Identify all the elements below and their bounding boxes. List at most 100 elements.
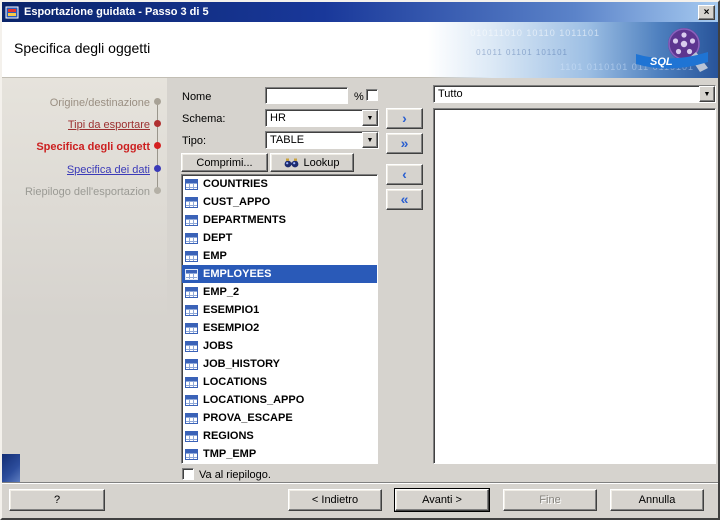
- table-icon: [185, 250, 198, 262]
- sql-developer-logo-icon: SQL: [626, 24, 712, 78]
- svg-text:SQL: SQL: [650, 56, 673, 68]
- lookup-button[interactable]: Lookup: [270, 153, 354, 172]
- window-title: Esportazione guidata - Passo 3 di 5: [24, 6, 209, 18]
- schema-label: Schema:: [182, 113, 226, 125]
- percent-checkbox[interactable]: [366, 89, 378, 101]
- move-left-button[interactable]: ‹: [386, 164, 423, 185]
- list-item[interactable]: ESEMPIO2: [182, 319, 377, 337]
- close-button[interactable]: ×: [698, 4, 715, 20]
- table-icon: [185, 340, 198, 352]
- list-item[interactable]: JOBS: [182, 337, 377, 355]
- collapse-button[interactable]: Comprimi...: [181, 153, 268, 172]
- table-icon: [185, 394, 198, 406]
- table-name: COUNTRIES: [203, 178, 268, 190]
- chevron-down-icon[interactable]: ▼: [699, 86, 715, 102]
- table-name: REGIONS: [203, 430, 254, 442]
- binoculars-icon: [284, 158, 299, 168]
- table-name: JOBS: [203, 340, 233, 352]
- table-icon: [185, 196, 198, 208]
- next-button[interactable]: Avanti >: [395, 489, 489, 511]
- table-icon: [185, 430, 198, 442]
- sidebar-decoration: [2, 454, 20, 482]
- list-item[interactable]: REGIONS: [182, 427, 377, 445]
- schema-select[interactable]: HR ▼: [265, 109, 379, 127]
- filter-select[interactable]: Tutto ▼: [433, 85, 716, 103]
- page-title: Specifica degli oggetti: [14, 40, 151, 56]
- move-right-button[interactable]: ›: [386, 108, 423, 129]
- selected-objects-list[interactable]: [433, 108, 716, 464]
- table-name: DEPT: [203, 232, 233, 244]
- table-name: PROVA_ESCAPE: [203, 412, 293, 424]
- table-name: DEPARTMENTS: [203, 214, 286, 226]
- step-riepilogo: Riepilogo dell'esportazion: [24, 186, 150, 198]
- type-value: TABLE: [270, 134, 305, 146]
- filter-value: Tutto: [438, 88, 463, 100]
- goto-summary-checkbox[interactable]: [182, 468, 194, 480]
- table-name: ESEMPIO2: [203, 322, 260, 334]
- title-bar: Esportazione guidata - Passo 3 di 5 ×: [2, 2, 718, 22]
- lookup-label: Lookup: [303, 156, 340, 169]
- type-label: Tipo:: [182, 135, 207, 147]
- footer-separator: [2, 482, 718, 484]
- list-item[interactable]: COUNTRIES: [182, 175, 377, 193]
- table-icon: [185, 286, 198, 298]
- step-bullet: [154, 120, 161, 127]
- schema-value: HR: [270, 112, 286, 124]
- step-tipi-da-esportare[interactable]: Tipi da esportare: [68, 119, 150, 131]
- step-bullet: [154, 187, 161, 194]
- goto-summary-label: Va al riepilogo.: [199, 469, 271, 481]
- table-name: LOCATIONS: [203, 376, 267, 388]
- table-name: EMPLOYEES: [203, 268, 272, 280]
- header: 010111010 10110 1011101 1101 0110101 011…: [2, 22, 718, 78]
- table-name: ESEMPIO1: [203, 304, 260, 316]
- list-item[interactable]: EMP_2: [182, 283, 377, 301]
- export-wizard-dialog: Esportazione guidata - Passo 3 di 5 × 01…: [0, 0, 720, 520]
- wizard-steps: Origine/destinazione Tipi da esportare S…: [2, 78, 167, 482]
- binary-decoration: 010111010 10110 1011101: [470, 28, 600, 38]
- name-filter-input[interactable]: [265, 87, 348, 104]
- list-item-selected[interactable]: EMPLOYEES: [182, 265, 377, 283]
- table-icon: [185, 304, 198, 316]
- app-icon: [5, 5, 20, 20]
- table-icon: [185, 214, 198, 226]
- list-item[interactable]: DEPARTMENTS: [182, 211, 377, 229]
- header-artwork: 010111010 10110 1011101 1101 0110101 011…: [428, 22, 718, 78]
- table-name: JOB_HISTORY: [203, 358, 281, 370]
- table-icon: [185, 376, 198, 388]
- chevron-down-icon[interactable]: ▼: [362, 132, 378, 148]
- move-all-right-button[interactable]: »: [386, 133, 423, 154]
- name-label: Nome: [182, 91, 212, 103]
- table-name: EMP: [203, 250, 227, 262]
- table-icon: [185, 268, 198, 280]
- list-item[interactable]: EMP: [182, 247, 377, 265]
- step-specifica-dei-dati[interactable]: Specifica dei dati: [67, 164, 150, 176]
- objects-list[interactable]: COUNTRIES CUST_APPO DEPARTMENTS DEPT EMP…: [181, 174, 378, 464]
- step-bullet: [154, 165, 161, 172]
- move-all-left-button[interactable]: «: [386, 189, 423, 210]
- table-name: TMP_EMP: [203, 448, 257, 460]
- chevron-down-icon[interactable]: ▼: [362, 110, 378, 126]
- step-specifica-degli-oggetti: Specifica degli oggett: [36, 141, 150, 153]
- back-button[interactable]: < Indietro: [288, 489, 382, 511]
- list-item[interactable]: PROVA_ESCAPE: [182, 409, 377, 427]
- list-item[interactable]: ESEMPIO1: [182, 301, 377, 319]
- list-item[interactable]: TMP_EMP: [182, 445, 377, 463]
- list-item[interactable]: DEPT: [182, 229, 377, 247]
- help-button[interactable]: ?: [9, 489, 105, 511]
- list-item[interactable]: LOCATIONS: [182, 373, 377, 391]
- cancel-button[interactable]: Annulla: [610, 489, 704, 511]
- table-icon: [185, 178, 198, 190]
- table-icon: [185, 232, 198, 244]
- table-name: LOCATIONS_APPO: [203, 394, 305, 406]
- list-item[interactable]: JOB_HISTORY: [182, 355, 377, 373]
- binary-decoration: 01011 01101 101101: [476, 48, 568, 57]
- list-item[interactable]: CUST_APPO: [182, 193, 377, 211]
- finish-button: Fine: [503, 489, 597, 511]
- table-icon: [185, 322, 198, 334]
- table-icon: [185, 412, 198, 424]
- type-select[interactable]: TABLE ▼: [265, 131, 379, 149]
- list-item[interactable]: LOCATIONS_APPO: [182, 391, 377, 409]
- step-bullet: [154, 98, 161, 105]
- table-icon: [185, 448, 198, 460]
- table-name: EMP_2: [203, 286, 240, 298]
